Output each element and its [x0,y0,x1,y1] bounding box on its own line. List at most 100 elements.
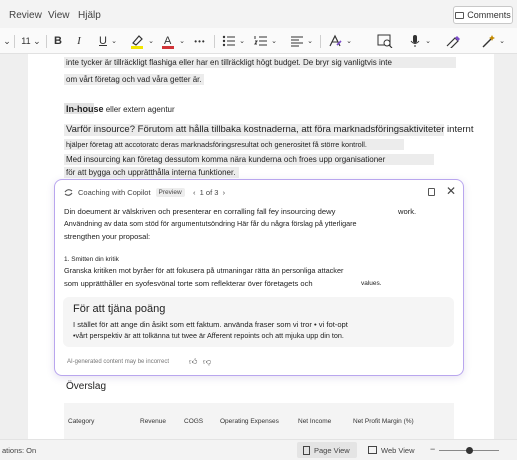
separator [46,35,47,48]
section-heading: In-house eller extern agentur [66,104,175,115]
microphone-icon [410,35,420,47]
highlight-button[interactable] [128,33,146,49]
pager-label: 1 of 3 [199,188,219,197]
svg-text:A: A [164,35,172,47]
dictate-button[interactable] [405,33,425,49]
data-table-header: Category Revenue COGS Operating Expenses… [28,418,494,430]
align-options-chevron-icon[interactable]: ⌄ [306,33,314,49]
zoom-slider-thumb[interactable] [465,447,473,454]
underline-options-chevron-icon[interactable]: ⌄ [110,33,118,49]
font-color-button[interactable]: A [159,33,177,49]
web-view-button[interactable]: Web View [364,442,420,458]
editor-button[interactable] [443,33,463,49]
separator [214,35,215,48]
wand-icon [482,35,495,48]
doc-line: Varför insource? Förutom att hålla tillb… [66,124,474,135]
copilot-coaching-card: Coaching with Copilot Preview ‹ 1 of 3 ›… [54,179,464,376]
tab-review[interactable]: Review [9,10,42,21]
editor-pen-icon [446,36,460,48]
zoom-out-icon[interactable]: − [430,444,435,454]
copilot-tools-button[interactable] [478,33,498,49]
page-view-button[interactable]: Page View [297,442,357,458]
web-view-icon [368,446,377,454]
status-bar: ations: On Page View Web View − [0,439,517,460]
align-button[interactable] [288,33,306,49]
status-text: ations: On [2,446,37,455]
dictate-options-chevron-icon[interactable]: ⌄ [424,33,432,49]
highlight-options-chevron-icon[interactable]: ⌄ [147,33,155,49]
comments-label: Comments [467,10,511,20]
font-size-value: 11 [21,36,31,46]
numbered-list-icon [254,36,267,46]
underline-button[interactable]: U [96,33,110,49]
col-net-profit-margin: Net Profit Margin (%) [353,418,414,425]
comments-button[interactable]: Comments [453,6,513,24]
thumbs-up-icon[interactable]: 👍︎ [189,357,197,367]
numbering-options-chevron-icon[interactable]: ⌄ [270,33,278,49]
copy-icon[interactable] [428,188,435,196]
numbering-button[interactable] [252,33,270,49]
doc-line: Med insourcing kan företag dessutom komm… [66,155,386,164]
coach-header: Coaching with Copilot Preview [64,188,185,197]
col-category: Category [68,418,95,425]
coach-item-text-end: values. [361,280,382,287]
coach-intro: strengthen your proposal: [64,232,151,241]
coach-item-title: 1. Smitten din kritik [64,256,119,263]
col-revenue: Revenue [140,418,167,425]
find-icon [377,34,393,48]
suggestion-box[interactable]: För att tjäna poäng I stället för att an… [63,297,454,347]
copilot-icon [64,189,73,196]
font-name-dropdown[interactable]: ⌄ [2,33,12,49]
bullets-button[interactable] [220,33,238,49]
web-view-label: Web View [381,445,415,455]
page-view-label: Page View [314,445,350,455]
font-size-dropdown[interactable]: 11 ⌄ [18,33,44,49]
coach-intro: Din doeument är välskriven och presenter… [64,207,336,216]
heading-rest: eller extern agentur [103,105,175,114]
zoom-slider[interactable] [439,447,499,454]
suggestion-title: För att tjäna poäng [73,303,166,315]
find-button[interactable] [375,33,395,49]
doc-line: för att bygga och upprätthålla interna f… [66,168,236,177]
italic-button[interactable]: I [73,33,85,49]
align-left-icon [291,36,303,47]
prev-chevron-icon[interactable]: ‹ [193,188,196,197]
styles-icon [329,34,342,47]
bullet-list-icon [222,35,235,47]
doc-line: hjälper företag att accotoratc deras mar… [66,140,367,149]
separator [14,35,15,48]
menu-bar: Review View Hjälp Comments [0,0,517,27]
col-cogs: COGS [184,418,204,425]
preview-badge: Preview [155,188,185,197]
col-operating-expenses: Operating Expenses [220,418,279,425]
tab-view[interactable]: View [48,10,70,21]
bold-button[interactable]: B [51,33,65,49]
next-chevron-icon[interactable]: › [223,188,226,197]
heading-bold: In-house [66,104,104,114]
more-options-button[interactable]: ••• [192,33,208,49]
comment-icon [455,11,465,19]
suggestion-text: •vårt perspektiv är att tolkänna tut twe… [73,331,344,340]
ai-disclaimer: AI-generated content may be incorrect [67,359,170,365]
styles-options-chevron-icon[interactable]: ⌄ [345,33,353,49]
doc-line: om vårt företag och vad våra getter är. [66,75,202,84]
tab-help[interactable]: Hjälp [78,10,101,21]
copilot-tools-chevron-icon[interactable]: ⌄ [498,33,506,49]
close-icon[interactable]: ✕ [446,184,456,198]
coach-intro: Användning av data som stöd för argument… [64,219,357,228]
styles-button[interactable] [325,33,345,49]
doc-line: inte tycker är tillräckligt flashiga ell… [66,58,392,67]
thumbs-down-icon[interactable]: 👎︎ [203,357,211,367]
highlighter-icon [131,35,143,49]
ribbon-toolbar: ⌄ 11 ⌄ B I U ⌄ ⌄ A ⌄ ••• ⌄ ⌄ ⌄ ⌄ ⌄ ⌄ [0,28,517,54]
coach-title: Coaching with Copilot [78,188,151,197]
coach-item-text: som upprätthåller en syofesvönal torte s… [64,279,313,288]
font-color-icon: A [162,35,174,49]
col-net-income: Net Income [298,418,332,425]
font-color-options-chevron-icon[interactable]: ⌄ [178,33,186,49]
bullets-options-chevron-icon[interactable]: ⌄ [238,33,246,49]
suggestion-text: I stället för att ange din åsikt som ett… [73,320,348,329]
page-view-icon [303,445,310,455]
suggestion-pager: ‹ 1 of 3 › [193,188,225,197]
overslag-heading: Överslag [66,381,107,392]
